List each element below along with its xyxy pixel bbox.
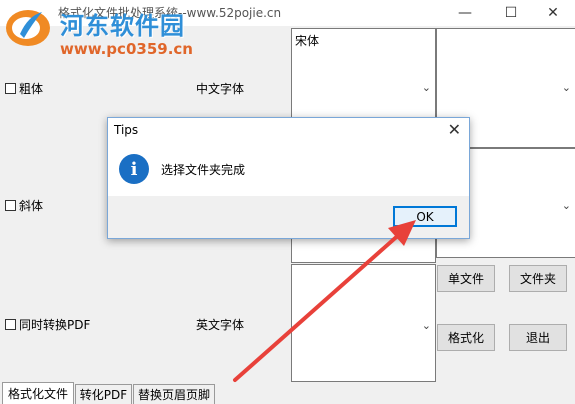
watermark-logo-icon <box>6 10 50 46</box>
ok-button[interactable]: OK <box>393 206 457 227</box>
folder-button[interactable]: 文件夹 <box>509 265 567 292</box>
chinese-font-label: 中文字体 <box>196 82 245 96</box>
pdf-label: 同时转换PDF <box>19 318 91 332</box>
english-font-combo[interactable]: ⌄ <box>291 264 436 382</box>
italic-label: 斜体 <box>19 199 44 213</box>
bold-checkbox[interactable]: 粗体 <box>5 80 43 97</box>
tips-dialog: Tips ✕ i 选择文件夹完成 OK <box>107 117 470 239</box>
chinese-font-value: 宋体 <box>295 34 320 48</box>
tab-format-file[interactable]: 格式化文件 <box>2 382 74 404</box>
format-button[interactable]: 格式化 <box>437 324 495 351</box>
chevron-down-icon[interactable]: ⌄ <box>562 199 571 212</box>
maximize-button[interactable]: ☐ <box>489 0 533 26</box>
english-font-label: 英文字体 <box>196 318 245 332</box>
exit-button[interactable]: 退出 <box>509 324 567 351</box>
close-icon: ✕ <box>547 5 559 21</box>
dialog-message: 选择文件夹完成 <box>161 163 246 177</box>
tab-convert-pdf[interactable]: 转化PDF <box>75 384 132 404</box>
minimize-icon: — <box>458 5 472 21</box>
tab-replace-header-footer[interactable]: 替换页眉页脚 <box>133 384 215 404</box>
dialog-title: Tips <box>114 123 139 137</box>
single-file-button[interactable]: 单文件 <box>437 265 495 292</box>
bold-checkbox-box[interactable] <box>5 83 16 94</box>
watermark-name: 河东软件园 <box>60 12 185 40</box>
bold-label: 粗体 <box>19 82 44 96</box>
minimize-button[interactable]: — <box>443 0 487 26</box>
dialog-close-icon[interactable]: ✕ <box>448 120 461 139</box>
chevron-down-icon[interactable]: ⌄ <box>562 81 571 94</box>
maximize-icon: ☐ <box>504 5 518 21</box>
info-icon: i <box>119 154 149 184</box>
chevron-down-icon[interactable]: ⌄ <box>422 319 431 332</box>
italic-checkbox-box[interactable] <box>5 200 16 211</box>
chevron-down-icon[interactable]: ⌄ <box>422 81 431 94</box>
pdf-checkbox-box[interactable] <box>5 319 16 330</box>
watermark-url: www.pc0359.cn <box>60 40 193 58</box>
italic-checkbox[interactable]: 斜体 <box>5 197 43 214</box>
dialog-footer: OK <box>108 196 469 238</box>
close-button[interactable]: ✕ <box>531 0 575 26</box>
info-icon-glyph: i <box>130 158 138 180</box>
pdf-checkbox[interactable]: 同时转换PDF <box>5 316 90 333</box>
